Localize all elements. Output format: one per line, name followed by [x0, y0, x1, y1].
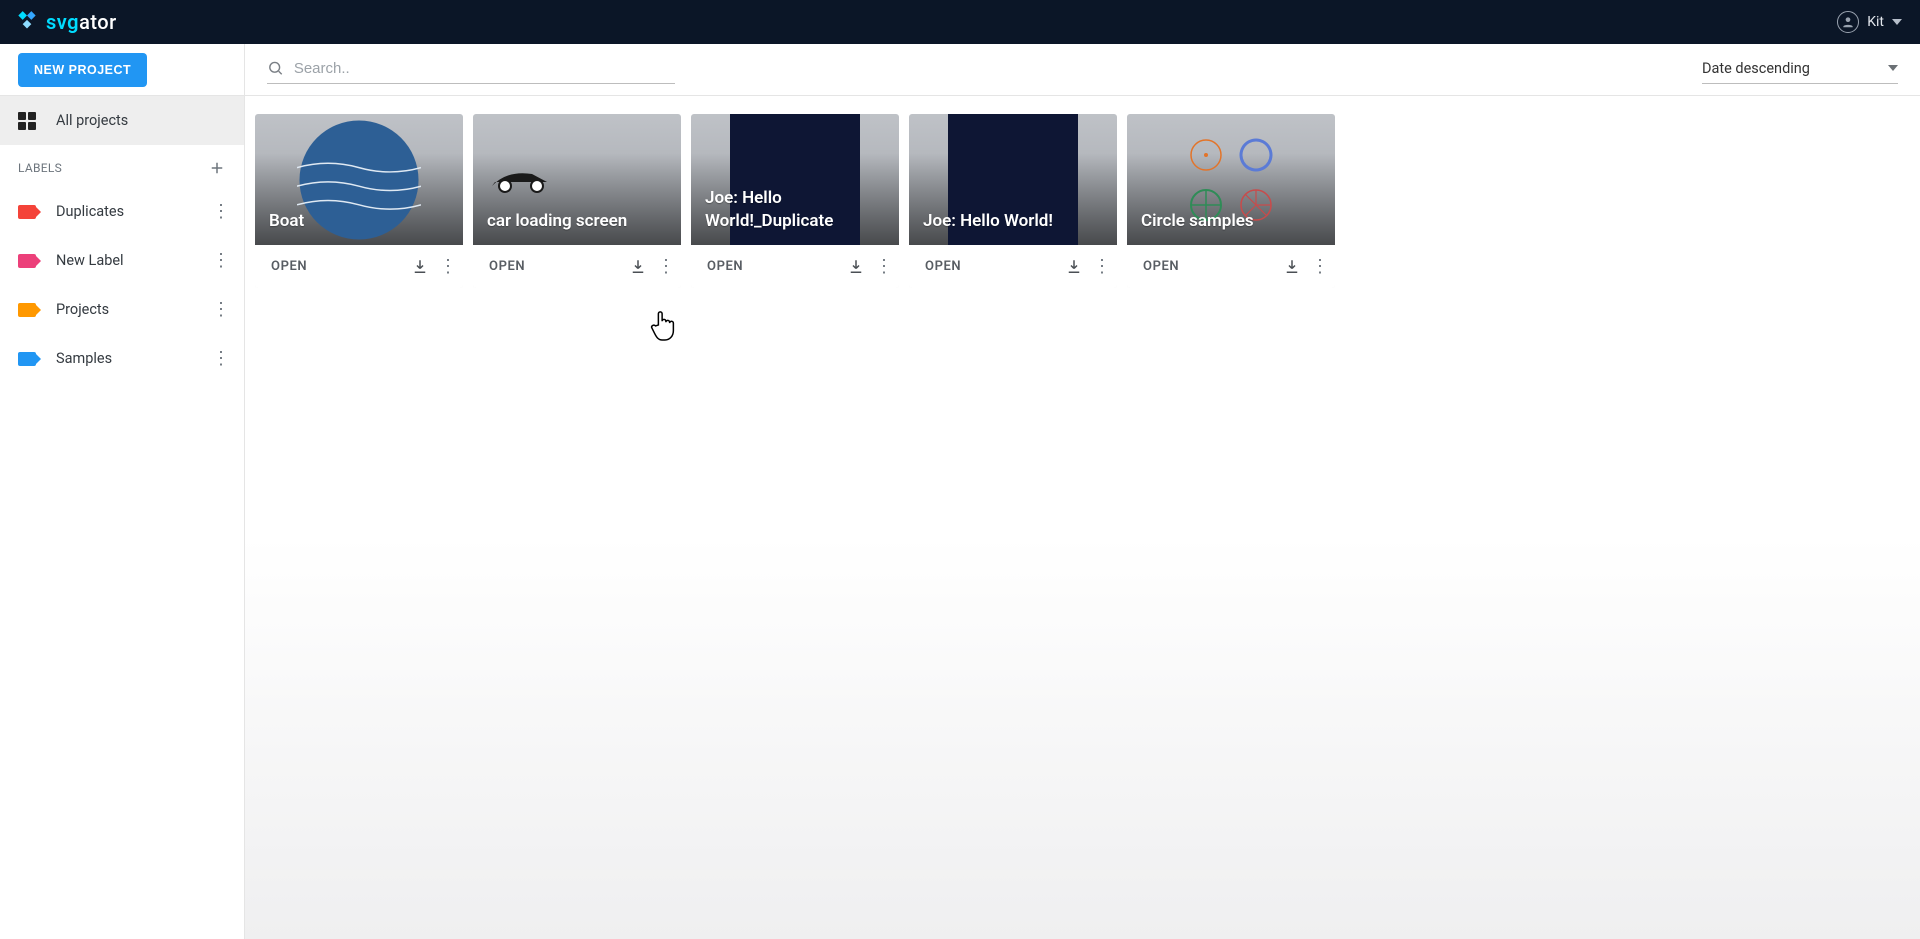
brand-text: svgator	[46, 10, 117, 34]
card-title: Circle samples	[1141, 210, 1254, 233]
card-menu-icon[interactable]	[657, 265, 675, 269]
tag-icon	[18, 303, 36, 317]
label-menu-icon[interactable]	[212, 210, 230, 214]
card-title: Joe: Hello World!	[923, 210, 1053, 233]
sidebar-item-all-projects[interactable]: All projects	[0, 96, 244, 145]
cursor-pointer-icon	[649, 308, 679, 346]
user-name: Kit	[1867, 14, 1884, 30]
download-icon[interactable]	[411, 258, 429, 276]
project-card[interactable]: Joe: Hello World!_Duplicate OPEN	[691, 114, 899, 288]
caret-down-icon	[1888, 63, 1898, 73]
sort-value: Date descending	[1702, 60, 1810, 77]
tag-icon	[18, 352, 36, 366]
brand-logo[interactable]: svgator	[14, 9, 117, 35]
sort-select[interactable]: Date descending	[1702, 56, 1898, 84]
add-label-icon[interactable]	[208, 159, 226, 177]
labels-heading: LABELS	[18, 161, 62, 175]
card-title: car loading screen	[487, 210, 627, 233]
label-name: Projects	[56, 301, 109, 318]
tag-icon	[18, 254, 36, 268]
open-button[interactable]: OPEN	[271, 259, 307, 274]
sidebar-item-label: All projects	[56, 112, 128, 129]
project-card[interactable]: car loading screen OPEN	[473, 114, 681, 288]
project-card[interactable]: Joe: Hello World! OPEN	[909, 114, 1117, 288]
open-button[interactable]: OPEN	[707, 259, 743, 274]
grid-icon	[18, 112, 36, 130]
search-field[interactable]	[267, 55, 675, 84]
label-row-duplicates[interactable]: Duplicates	[0, 187, 244, 236]
top-bar: svgator Kit	[0, 0, 1920, 44]
label-name: Samples	[56, 350, 112, 367]
sidebar: NEW PROJECT All projects LABELS Duplicat…	[0, 44, 245, 939]
project-card[interactable]: Circle samples OPEN	[1127, 114, 1335, 288]
label-row-projects[interactable]: Projects	[0, 285, 244, 334]
label-menu-icon[interactable]	[212, 357, 230, 361]
label-row-samples[interactable]: Samples	[0, 334, 244, 383]
card-menu-icon[interactable]	[439, 265, 457, 269]
download-icon[interactable]	[629, 258, 647, 276]
project-card[interactable]: Boat OPEN	[255, 114, 463, 288]
label-name: New Label	[56, 252, 124, 269]
avatar	[1837, 11, 1859, 33]
thumbnail-art	[297, 118, 421, 242]
download-icon[interactable]	[1283, 258, 1301, 276]
card-menu-icon[interactable]	[1093, 265, 1111, 269]
user-menu[interactable]: Kit	[1837, 11, 1902, 33]
open-button[interactable]: OPEN	[925, 259, 961, 274]
search-input[interactable]	[294, 60, 675, 77]
open-button[interactable]: OPEN	[1143, 259, 1179, 274]
main-area: Date descending Boat	[245, 44, 1920, 939]
label-menu-icon[interactable]	[212, 259, 230, 263]
label-menu-icon[interactable]	[212, 308, 230, 312]
card-title: Boat	[269, 210, 304, 233]
new-project-button[interactable]: NEW PROJECT	[18, 53, 147, 87]
label-row-new-label[interactable]: New Label	[0, 236, 244, 285]
caret-down-icon	[1892, 17, 1902, 27]
card-menu-icon[interactable]	[1311, 265, 1329, 269]
brand-icon	[14, 9, 40, 35]
open-button[interactable]: OPEN	[489, 259, 525, 274]
search-icon	[267, 59, 284, 77]
thumbnail-art	[487, 164, 567, 196]
card-title: Joe: Hello World!_Duplicate	[705, 187, 885, 233]
label-name: Duplicates	[56, 203, 124, 220]
card-menu-icon[interactable]	[875, 265, 893, 269]
tag-icon	[18, 205, 36, 219]
download-icon[interactable]	[1065, 258, 1083, 276]
download-icon[interactable]	[847, 258, 865, 276]
